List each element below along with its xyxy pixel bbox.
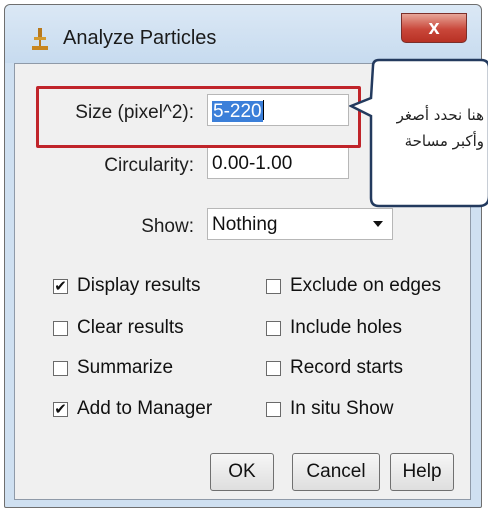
window-title: Analyze Particles	[63, 27, 217, 49]
checkbox-unchecked-icon	[53, 320, 68, 336]
clear-results-label: Clear results	[77, 317, 184, 338]
close-button[interactable]: x	[401, 13, 467, 43]
checkbox-unchecked-icon	[266, 278, 281, 294]
dropdown-arrow-icon	[373, 221, 383, 227]
analyze-particles-dialog: Analyze Particles x Size (pixel^2): 5-22…	[4, 4, 488, 508]
in-situ-show-label: In situ Show	[290, 398, 394, 419]
dialog-body: Size (pixel^2): 5-220 Circularity: 0.00-…	[14, 58, 488, 500]
microscope-icon	[32, 28, 48, 50]
add-to-manager-label: Add to Manager	[77, 398, 213, 419]
add-to-manager-checkbox[interactable]: ✔ Add to Manager	[53, 398, 212, 420]
record-starts-checkbox[interactable]: Record starts	[266, 357, 403, 379]
annotation-text: هنا نحدد أصغر وأكبر مساحة	[356, 102, 484, 154]
include-holes-checkbox[interactable]: Include holes	[266, 317, 402, 339]
checkbox-checked-icon: ✔	[53, 277, 68, 295]
circularity-label: Circularity:	[104, 155, 194, 176]
summarize-checkbox[interactable]: Summarize	[53, 357, 173, 379]
title-bar[interactable]: Analyze Particles x	[5, 5, 481, 63]
show-select[interactable]: Nothing	[207, 208, 393, 240]
annotation-line-1: هنا نحدد أصغر	[396, 106, 484, 124]
summarize-label: Summarize	[77, 357, 174, 378]
checkbox-checked-icon: ✔	[53, 400, 68, 418]
close-icon: x	[428, 16, 440, 39]
size-highlight-box	[36, 86, 361, 148]
checkbox-unchecked-icon	[266, 360, 281, 376]
circularity-value: 0.00-1.00	[212, 153, 293, 174]
include-holes-label: Include holes	[290, 317, 402, 338]
exclude-on-edges-label: Exclude on edges	[290, 275, 442, 296]
display-results-checkbox[interactable]: ✔ Display results	[53, 275, 201, 297]
show-label: Show:	[141, 216, 194, 237]
checkbox-unchecked-icon	[266, 401, 281, 417]
clear-results-checkbox[interactable]: Clear results	[53, 317, 184, 339]
show-selected-value: Nothing	[212, 214, 278, 235]
help-button[interactable]: Help	[390, 453, 454, 491]
ok-button[interactable]: OK	[210, 453, 274, 491]
display-results-label: Display results	[77, 275, 201, 296]
record-starts-label: Record starts	[290, 357, 403, 378]
annotation-line-2: وأكبر مساحة	[404, 132, 484, 150]
checkbox-unchecked-icon	[266, 320, 281, 336]
checkbox-unchecked-icon	[53, 360, 68, 376]
cancel-button[interactable]: Cancel	[292, 453, 380, 491]
exclude-on-edges-checkbox[interactable]: Exclude on edges	[266, 275, 441, 297]
circularity-input[interactable]: 0.00-1.00	[207, 147, 349, 179]
in-situ-show-checkbox[interactable]: In situ Show	[266, 398, 394, 420]
